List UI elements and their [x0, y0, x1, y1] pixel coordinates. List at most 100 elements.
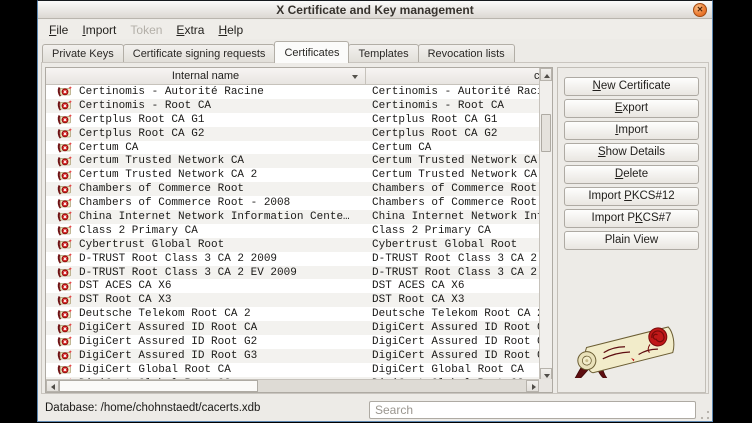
cell-common-name: Certinomis - Root CA [366, 99, 539, 113]
menu-item[interactable]: File [42, 21, 75, 39]
table-row[interactable]: D-TRUST Root Class 3 CA 2 2009 D-TRUST R… [46, 252, 539, 266]
certificate-revoked-icon [57, 198, 72, 209]
scroll-right-icon[interactable] [526, 380, 539, 392]
menubar: File Import Token Extra Help [38, 20, 712, 39]
common-name-text: Deutsche Telekom Root CA 2 [372, 308, 539, 320]
table-row[interactable]: Certplus Root CA G1 Certplus Root CA G1 [46, 113, 539, 127]
action-button[interactable]: Import PKCS#7 [564, 209, 699, 228]
menu-item[interactable]: Token [123, 21, 169, 39]
table-row[interactable]: Certplus Root CA G2 Certplus Root CA G2 [46, 127, 539, 141]
internal-name-text: Certplus Root CA G1 [79, 114, 204, 126]
table-row[interactable]: DigiCert Assured ID Root CA DigiCert Ass… [46, 321, 539, 335]
actions-button-stack: New Certificate Export Import Show Detai… [558, 68, 705, 250]
internal-name-text: DigiCert Assured ID Root CA [79, 322, 257, 334]
table-row[interactable]: DigiCert Assured ID Root G3 DigiCert Ass… [46, 349, 539, 363]
common-name-text: Certinomis - Autorité Racine [372, 86, 539, 98]
internal-name-text: Certplus Root CA G2 [79, 128, 204, 140]
certificate-revoked-icon [57, 114, 72, 125]
button-label-pre: Plain View [605, 234, 659, 246]
common-name-text: DST ACES CA X6 [372, 280, 464, 292]
table-row[interactable]: Class 2 Primary CA Class 2 Primary CA [46, 224, 539, 238]
table-row[interactable]: Certinomis - Autorité Racine Certinomis … [46, 85, 539, 99]
action-button[interactable]: Import PKCS#12 [564, 187, 699, 206]
certificate-revoked-icon [57, 128, 72, 139]
sort-descending-icon[interactable] [352, 75, 358, 79]
table-row[interactable]: Certum CA Certum CA [46, 141, 539, 155]
menu-item-mnemonic: H [218, 23, 227, 37]
action-button[interactable]: Export [564, 99, 699, 118]
certificate-revoked-icon [57, 295, 72, 306]
certificate-revoked-icon [57, 100, 72, 111]
table-row[interactable]: Certum Trusted Network CA Certum Trusted… [46, 154, 539, 168]
window-title: X Certificate and Key management [38, 3, 712, 17]
cell-common-name: DST ACES CA X6 [366, 279, 539, 293]
common-name-text: D-TRUST Root Class 3 CA 2 EV 2009 [372, 267, 539, 279]
horizontal-scrollbar-thumb[interactable] [59, 380, 258, 392]
tab[interactable]: Certificate signing requests [123, 44, 276, 63]
table-row[interactable]: Chambers of Commerce Root Chambers of Co… [46, 182, 539, 196]
cell-common-name: Certplus Root CA G2 [366, 127, 539, 141]
tab-label: Certificate signing requests [133, 48, 266, 60]
cell-internal-name: DST ACES CA X6 [46, 279, 366, 293]
internal-name-text: D-TRUST Root Class 3 CA 2 EV 2009 [79, 267, 297, 279]
cell-common-name: Deutsche Telekom Root CA 2 [366, 307, 539, 321]
internal-name-text: Chambers of Commerce Root - 2008 [79, 197, 290, 209]
cell-internal-name: Chambers of Commerce Root [46, 182, 366, 196]
button-label-post: ew Certificate [601, 80, 671, 92]
table-row[interactable]: DigiCert Global Root CA DigiCert Global … [46, 363, 539, 377]
cell-common-name: DigiCert Assured ID Root G3 [366, 349, 539, 363]
table-row[interactable]: China Internet Network Information Cente… [46, 210, 539, 224]
close-icon[interactable]: ✕ [693, 3, 707, 17]
tab-label: Private Keys [52, 48, 114, 60]
vertical-scrollbar-thumb[interactable] [541, 114, 551, 152]
horizontal-scrollbar[interactable] [46, 379, 539, 392]
search-input[interactable] [369, 401, 696, 419]
common-name-text: Certum CA [372, 142, 431, 154]
internal-name-text: Certum Trusted Network CA 2 [79, 169, 257, 181]
cell-common-name: D-TRUST Root Class 3 CA 2 EV 2009 [366, 266, 539, 280]
table-row[interactable]: DST Root CA X3 DST Root CA X3 [46, 293, 539, 307]
table-row[interactable]: Cybertrust Global Root Cybertrust Global… [46, 238, 539, 252]
common-name-text: Chambers of Commerce Root - 2008 [372, 197, 539, 209]
certificate-revoked-icon [57, 364, 72, 375]
table-row[interactable]: Certum Trusted Network CA 2 Certum Trust… [46, 168, 539, 182]
titlebar[interactable]: X Certificate and Key management ✕ [38, 1, 712, 19]
scroll-up-icon[interactable] [540, 68, 552, 81]
certificate-revoked-icon [57, 156, 72, 167]
table-row[interactable]: Deutsche Telekom Root CA 2 Deutsche Tele… [46, 307, 539, 321]
certificate-revoked-icon [57, 86, 72, 97]
table-row[interactable]: DigiCert Assured ID Root G2 DigiCert Ass… [46, 335, 539, 349]
tab[interactable]: Revocation lists [418, 44, 515, 63]
tab[interactable]: Templates [348, 44, 418, 63]
certificate-revoked-icon [57, 239, 72, 250]
xca-main-window: X Certificate and Key management ✕ File … [37, 0, 713, 422]
table-row[interactable]: DST ACES CA X6 DST ACES CA X6 [46, 279, 539, 293]
action-button[interactable]: Import [564, 121, 699, 140]
action-button[interactable]: Delete [564, 165, 699, 184]
action-button[interactable]: Show Details [564, 143, 699, 162]
common-name-text: DST Root CA X3 [372, 294, 464, 306]
internal-name-text: Deutsche Telekom Root CA 2 [79, 308, 251, 320]
button-label-post: how Details [606, 146, 665, 158]
table-row[interactable]: Chambers of Commerce Root - 2008 Chamber… [46, 196, 539, 210]
certificate-revoked-icon [57, 225, 72, 236]
menu-item[interactable]: Help [211, 21, 250, 39]
table-row[interactable]: D-TRUST Root Class 3 CA 2 EV 2009 D-TRUS… [46, 266, 539, 280]
menu-item[interactable]: Extra [169, 21, 211, 39]
cell-internal-name: DigiCert Assured ID Root G2 [46, 335, 366, 349]
column-header-internal-name[interactable]: Internal name [46, 68, 366, 84]
internal-name-text: DigiCert Global Root CA [79, 364, 231, 376]
xca-scroll-rose-logo [564, 316, 696, 378]
action-button[interactable]: Plain View [564, 231, 699, 250]
table-row[interactable]: Certinomis - Root CA Certinomis - Root C… [46, 99, 539, 113]
cell-internal-name: China Internet Network Information Cente… [46, 210, 366, 224]
resize-grip[interactable] [700, 410, 710, 420]
menu-item-pre: Token [130, 23, 162, 37]
action-button[interactable]: New Certificate [564, 77, 699, 96]
vertical-scrollbar[interactable] [539, 68, 552, 381]
menu-item[interactable]: Import [75, 21, 123, 39]
scroll-left-icon[interactable] [46, 380, 59, 392]
tab[interactable]: Certificates [274, 41, 349, 63]
common-name-text: Certinomis - Root CA [372, 100, 504, 112]
tab[interactable]: Private Keys [42, 44, 124, 63]
